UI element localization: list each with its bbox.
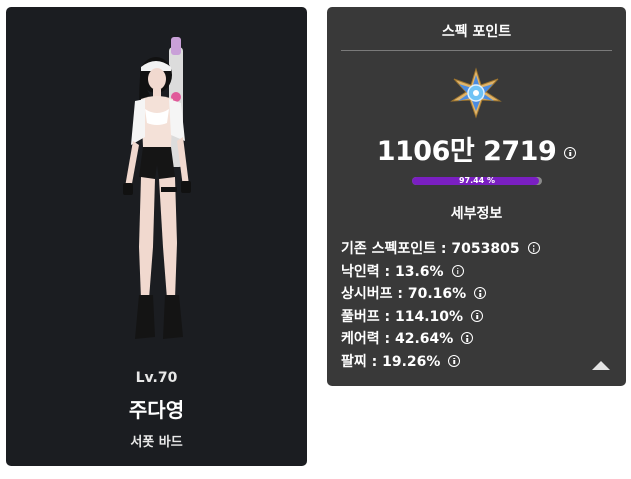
spec-title: 스펙 포인트 — [441, 24, 512, 40]
spec-row-label: 팔찌 : 19.26% — [341, 353, 441, 370]
character-class: 서폿 바드 — [130, 435, 183, 450]
info-icon[interactable] — [564, 146, 577, 159]
spec-row-label: 낙인력 : 13.6% — [341, 263, 444, 280]
character-name: 주다영 — [128, 398, 185, 422]
detail-heading: 세부정보 — [450, 206, 503, 222]
spec-score-value: 1106만 2719 — [376, 136, 557, 167]
spec-row-stigma: 낙인력 : 13.6% — [341, 260, 540, 283]
spec-row-bracelet: 팔찌 : 19.26% — [341, 350, 540, 373]
spec-row-label: 풀버프 : 114.10% — [341, 308, 464, 325]
spec-row-constant-buff: 상시버프 : 70.16% — [341, 282, 540, 305]
spec-row-label: 케어력 : 42.64% — [341, 331, 454, 348]
info-icon[interactable] — [448, 354, 461, 367]
divider — [341, 50, 612, 51]
spec-row-care: 케어력 : 42.64% — [341, 327, 540, 350]
info-icon[interactable] — [461, 332, 474, 345]
spec-row-label: 기존 스펙포인트 : 7053805 — [341, 241, 520, 258]
character-level: Lv.70 — [135, 370, 178, 386]
spec-progress-label: 97.44 % — [458, 177, 496, 185]
spec-progress-bar: 97.44 % — [412, 177, 542, 185]
spec-card: 스펙 포인트 1106만 2719 97.44 % 세부정보 기존 스펙포인트 … — [327, 7, 626, 386]
info-icon[interactable] — [451, 264, 464, 277]
spec-score: 1106만 2719 — [327, 129, 626, 168]
collapse-arrow-icon[interactable] — [592, 361, 610, 370]
info-icon[interactable] — [527, 242, 540, 255]
character-portrait — [123, 37, 191, 339]
info-icon[interactable] — [474, 287, 487, 300]
spec-detail-list: 기존 스펙포인트 : 7053805 낙인력 : 13.6% 상시버프 : 70… — [341, 237, 540, 372]
spec-row-base: 기존 스펙포인트 : 7053805 — [341, 237, 540, 260]
info-icon[interactable] — [471, 309, 484, 322]
emblem-icon — [450, 67, 502, 119]
character-card: Lv.70 주다영 서폿 바드 — [6, 7, 307, 466]
spec-row-full-buff: 풀버프 : 114.10% — [341, 305, 540, 328]
spec-row-label: 상시버프 : 70.16% — [341, 286, 467, 303]
